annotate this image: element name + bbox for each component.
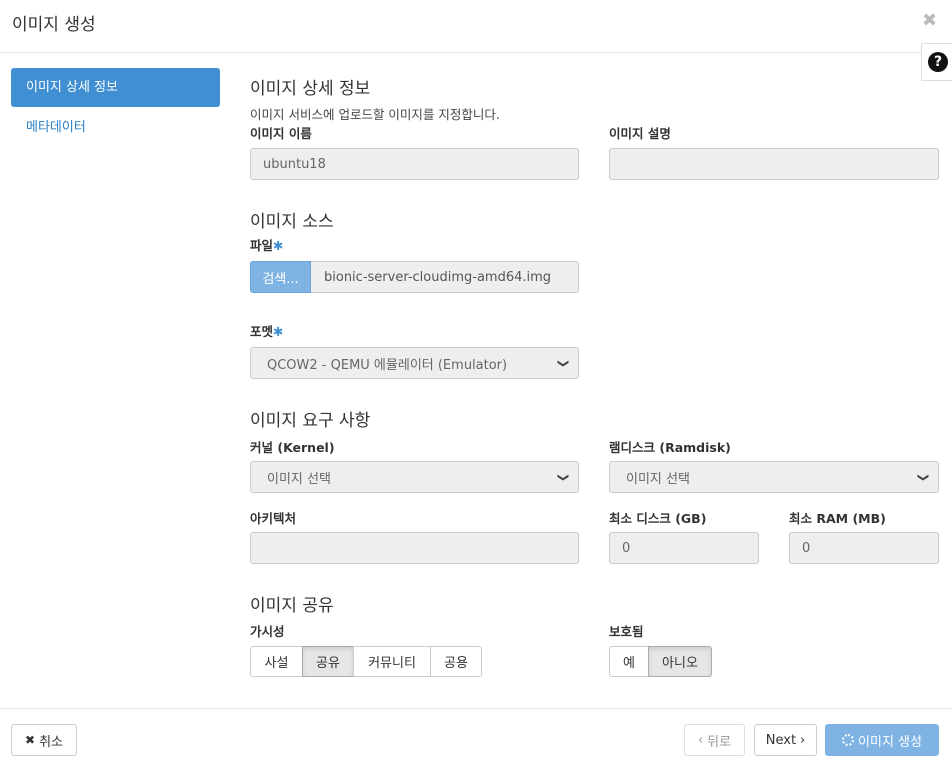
back-button[interactable]: ‹ 뒤로 (684, 724, 745, 756)
visibility-community-button[interactable]: 커뮤니티 (353, 646, 431, 677)
format-label: 포멧✱ (250, 321, 284, 340)
min-disk-input[interactable]: 0 (609, 532, 759, 564)
help-button[interactable]: ? (921, 43, 952, 81)
close-icon: ✖ (25, 733, 36, 747)
details-section-title: 이미지 상세 정보 (250, 79, 371, 99)
min-ram-label: 최소 RAM (MB) (789, 511, 886, 526)
min-disk-label: 최소 디스크 (GB) (609, 511, 707, 526)
visibility-label: 가시성 (250, 624, 285, 639)
format-select-value: QCOW2 - QEMU 에뮬레이터 (Emulator) (267, 357, 508, 373)
header-divider (0, 52, 952, 53)
ramdisk-label: 램디스크 (Ramdisk) (609, 440, 731, 455)
required-icon: ✱ (273, 238, 284, 253)
create-image-button-label: 이미지 생성 (858, 734, 922, 750)
create-image-button[interactable]: 이미지 생성 (825, 724, 939, 756)
chevron-left-icon: ‹ (697, 732, 704, 748)
visibility-public-button[interactable]: 공용 (430, 646, 482, 677)
close-icon[interactable]: ✖ (922, 10, 937, 32)
sidebar-item-metadata[interactable]: 메타데이터 (26, 119, 86, 137)
visibility-shared-button[interactable]: 공유 (302, 646, 354, 677)
visibility-private-button[interactable]: 사설 (250, 646, 303, 677)
next-button-label: Next (765, 732, 797, 748)
required-icon: ✱ (273, 324, 284, 339)
sharing-section-title: 이미지 공유 (250, 596, 334, 616)
architecture-label: 아키텍처 (250, 511, 297, 526)
protected-toggle-group: 예 아니오 (609, 646, 712, 677)
requirements-section-title: 이미지 요구 사항 (250, 411, 371, 431)
protected-yes-button[interactable]: 예 (609, 646, 649, 677)
image-description-label: 이미지 설명 (609, 126, 671, 141)
ramdisk-select-value: 이미지 선택 (626, 471, 690, 487)
modal-title: 이미지 생성 (12, 15, 96, 35)
ramdisk-select[interactable]: 이미지 선택 ❯ (609, 461, 939, 493)
format-label-text: 포멧 (250, 324, 274, 339)
footer-divider (0, 708, 952, 709)
architecture-input[interactable] (250, 532, 579, 564)
image-name-label: 이미지 이름 (250, 126, 312, 141)
chevron-down-icon: ❯ (916, 472, 930, 482)
chevron-down-icon: ❯ (556, 358, 570, 368)
cancel-button[interactable]: ✖ 취소 (11, 724, 77, 756)
image-description-input[interactable] (609, 148, 939, 180)
file-label: 파일✱ (250, 235, 284, 254)
visibility-toggle-group: 사설 공유 커뮤니티 공용 (250, 646, 482, 677)
kernel-select-value: 이미지 선택 (267, 471, 331, 487)
kernel-select[interactable]: 이미지 선택 ❯ (250, 461, 579, 493)
file-name-display: bionic-server-cloudimg-amd64.img (311, 261, 579, 293)
sidebar-item-details[interactable]: 이미지 상세 정보 (11, 68, 220, 107)
kernel-label: 커널 (Kernel) (250, 440, 335, 455)
spinner-icon (842, 734, 855, 746)
cancel-button-label: 취소 (39, 734, 63, 750)
source-section-title: 이미지 소스 (250, 212, 334, 232)
back-button-label: 뒤로 (707, 734, 732, 750)
details-help-text: 이미지 서비스에 업로드할 이미지를 지정합니다. (250, 107, 500, 122)
image-name-input[interactable]: ubuntu18 (250, 148, 579, 180)
protected-no-button[interactable]: 아니오 (648, 646, 712, 677)
chevron-down-icon: ❯ (556, 472, 570, 482)
question-icon: ? (928, 52, 948, 72)
min-ram-input[interactable]: 0 (789, 532, 939, 564)
protected-label: 보호됨 (609, 624, 644, 639)
chevron-right-icon: › (800, 732, 806, 748)
format-select[interactable]: QCOW2 - QEMU 에뮬레이터 (Emulator) ❯ (250, 347, 579, 379)
next-button[interactable]: Next › (754, 724, 817, 756)
browse-button[interactable]: 검색... (250, 261, 311, 293)
file-label-text: 파일 (250, 238, 274, 253)
